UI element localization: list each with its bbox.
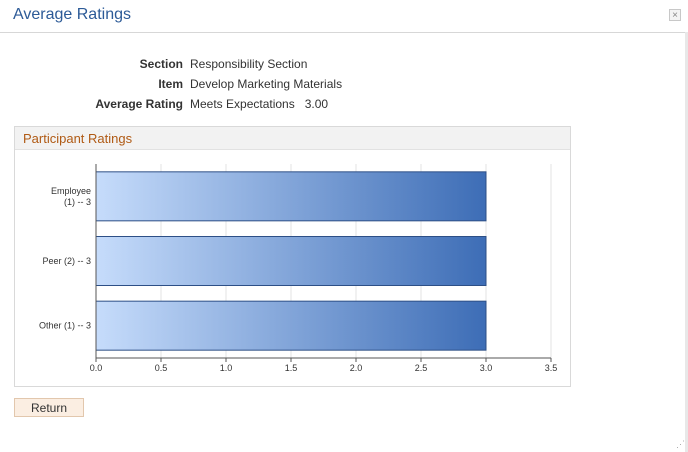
x-tick-label: 3.5 — [545, 363, 558, 373]
x-tick-label: 0.5 — [155, 363, 168, 373]
category-label: Other (1) -- 3 — [39, 321, 91, 331]
x-tick-label: 2.5 — [415, 363, 428, 373]
bar — [95, 300, 487, 351]
resize-grip-icon[interactable]: ⋰ — [676, 440, 685, 449]
average-ratings-dialog: Average Ratings × Section Responsibility… — [0, 0, 688, 452]
category-label: Employee — [51, 186, 91, 196]
x-tick-label: 1.0 — [220, 363, 233, 373]
bar — [95, 236, 487, 286]
x-tick-label: 3.0 — [480, 363, 493, 373]
category-label: Peer (2) -- 3 — [42, 256, 91, 266]
x-tick-label: 0.0 — [90, 363, 103, 373]
x-tick-label: 1.5 — [285, 363, 298, 373]
x-tick-label: 2.0 — [350, 363, 363, 373]
return-button[interactable]: Return — [14, 398, 84, 417]
participant-ratings-chart: Employee(1) -- 3 Peer (2) -- 3 Other (1) -… — [39, 164, 558, 373]
category-label: (1) -- 3 — [64, 197, 91, 207]
bar — [95, 171, 487, 222]
